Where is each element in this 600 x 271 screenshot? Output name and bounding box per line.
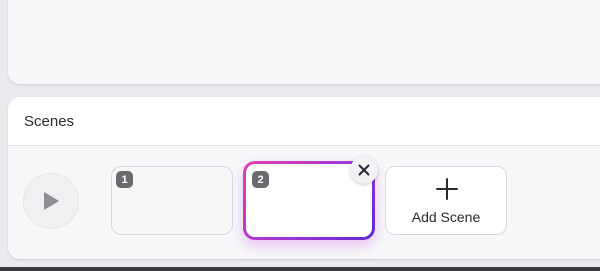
- bottom-edge: [0, 267, 600, 271]
- remove-scene-button[interactable]: [350, 156, 378, 184]
- scene-number-badge: 2: [252, 171, 269, 188]
- scenes-header: Scenes: [8, 97, 600, 146]
- scenes-list: 1 2 Add Scene: [8, 146, 600, 259]
- plus-icon: [436, 178, 458, 200]
- play-icon: [44, 192, 59, 210]
- scene-number-badge: 1: [116, 171, 133, 188]
- scene-card-1[interactable]: 1: [111, 166, 233, 235]
- top-panel: [8, 0, 600, 84]
- add-scene-label: Add Scene: [411, 209, 481, 225]
- add-scene-button[interactable]: Add Scene: [385, 166, 507, 235]
- play-button[interactable]: [23, 173, 79, 229]
- close-icon: [358, 164, 370, 176]
- scenes-panel: Scenes 1 2 Add Scene: [8, 97, 600, 259]
- scenes-title: Scenes: [24, 112, 75, 130]
